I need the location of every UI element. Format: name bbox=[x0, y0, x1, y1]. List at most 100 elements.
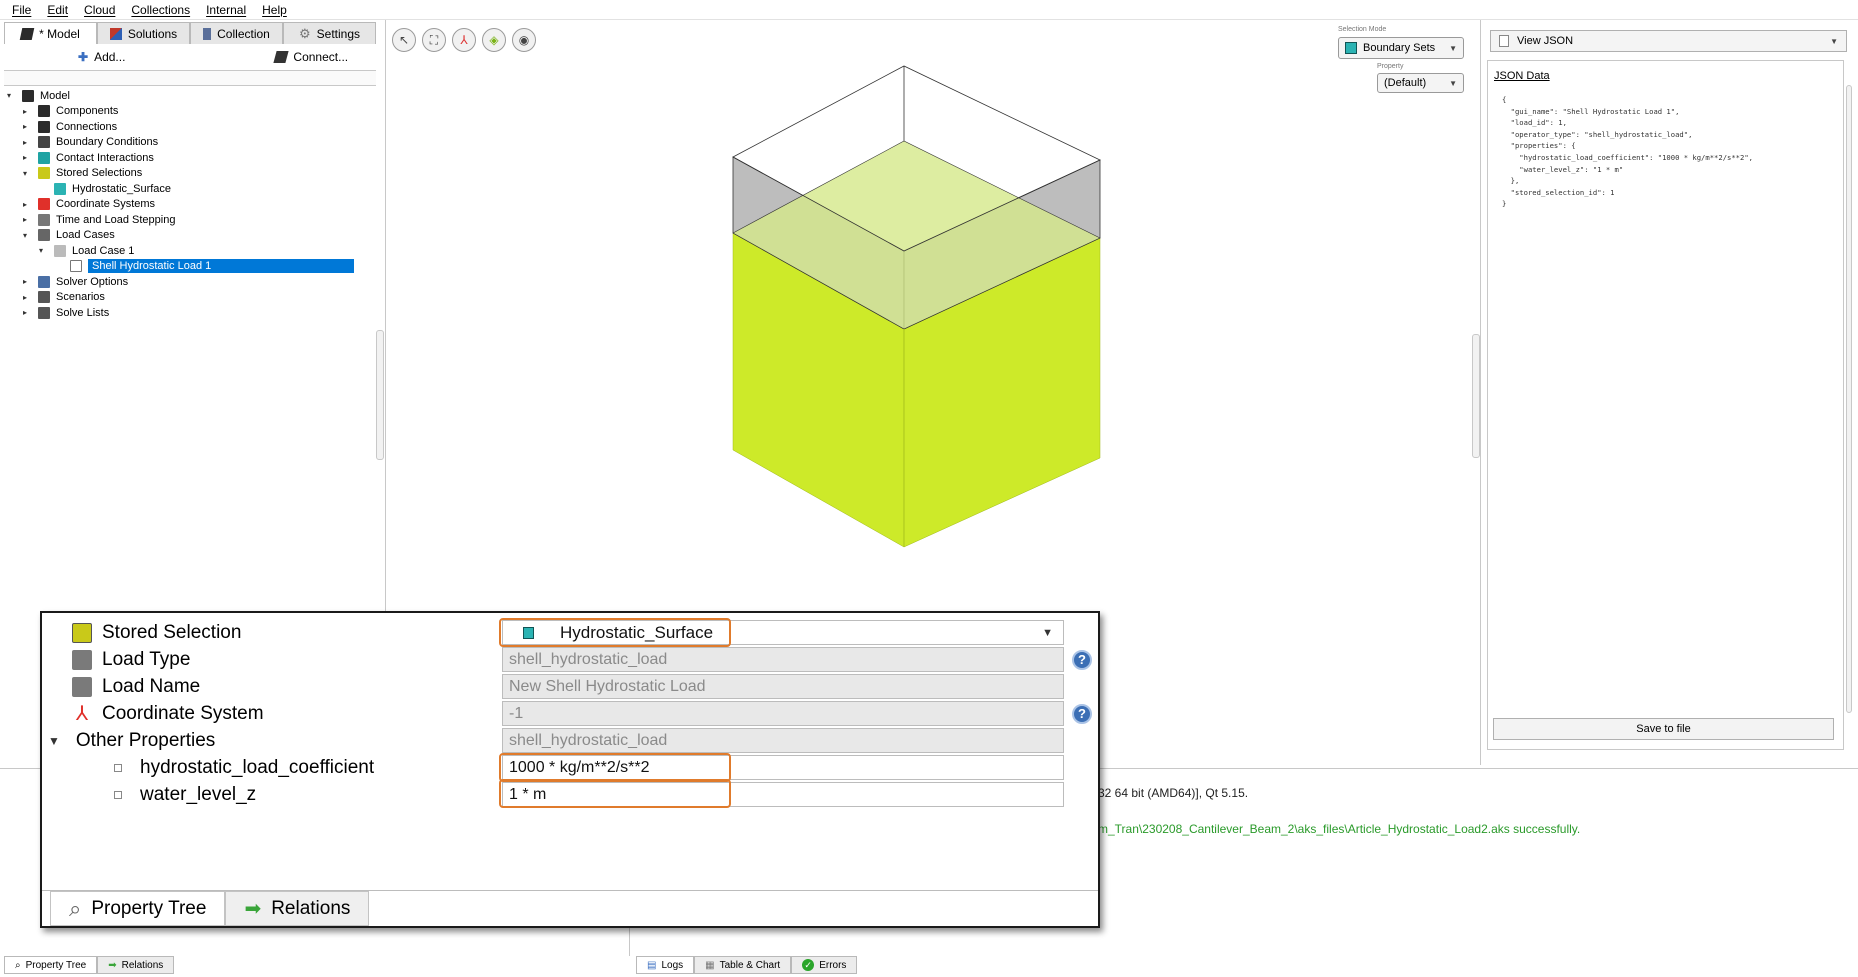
tree-item[interactable]: ▾ Load Cases bbox=[4, 228, 376, 244]
tab-table-chart[interactable]: ▦ Table & Chart bbox=[694, 956, 792, 974]
selection-mode-label: Selection Mode bbox=[1338, 26, 1387, 33]
chevron-down-icon[interactable]: ▾ bbox=[4, 91, 14, 101]
tree-item-label: Scenarios bbox=[56, 291, 105, 304]
tree-item-label: Load Cases bbox=[56, 229, 115, 242]
layers-icon: ◈ bbox=[489, 33, 499, 47]
json-scrollbar[interactable] bbox=[1846, 85, 1852, 713]
property-row-hydrostatic-coefficient: hydrostatic_load_coefficient 1000 * kg/m… bbox=[42, 754, 1102, 781]
chevron-right-icon[interactable]: ▸ bbox=[20, 215, 30, 225]
splitter-handle-left[interactable] bbox=[376, 330, 384, 460]
chevron-right-icon[interactable]: ▸ bbox=[20, 292, 30, 302]
save-to-file-button[interactable]: Save to file bbox=[1493, 718, 1834, 740]
chevron-down-icon[interactable]: ▼ bbox=[48, 734, 60, 748]
tree-item[interactable]: ▸ Coordinate Systems bbox=[4, 197, 376, 213]
menu-help[interactable]: Help bbox=[256, 3, 293, 17]
chevron-down-icon[interactable]: ▾ bbox=[36, 246, 46, 256]
splitter-handle-right[interactable] bbox=[1472, 334, 1480, 458]
tree-item[interactable]: ▸ Connections bbox=[4, 119, 376, 135]
connect-button[interactable]: Connect... bbox=[265, 50, 358, 64]
property-label: Property bbox=[1377, 63, 1404, 70]
axes-button[interactable]: ⅄ bbox=[452, 28, 476, 52]
property-name-cell: Load Type bbox=[72, 649, 190, 671]
tab-settings-label: Settings bbox=[316, 26, 360, 41]
layers-button[interactable]: ◈ bbox=[482, 28, 506, 52]
chevron-down-icon: ▼ bbox=[1042, 626, 1053, 639]
fit-icon: ⛶ bbox=[429, 32, 439, 47]
tree-item[interactable]: ▾ Stored Selections bbox=[4, 166, 376, 182]
tree-item-icon bbox=[54, 182, 66, 195]
menu-internal[interactable]: Internal bbox=[200, 3, 252, 17]
chevron-right-icon[interactable]: ▸ bbox=[20, 122, 30, 132]
tab-property-tree[interactable]: ⌕ Property Tree bbox=[4, 956, 98, 974]
surface-icon bbox=[523, 626, 534, 639]
json-code-text: { "gui_name": "Shell Hydrostatic Load 1"… bbox=[1502, 95, 1753, 209]
fit-view-button[interactable]: ⛶ bbox=[422, 28, 446, 52]
water-level-input[interactable]: 1 * m bbox=[502, 782, 1064, 807]
tree-item[interactable]: ▾ Load Case 1 bbox=[4, 243, 376, 259]
tree-item[interactable]: Hydrostatic_Surface bbox=[4, 181, 376, 197]
tab-property-tree-zoom[interactable]: ⌕ Property Tree bbox=[50, 891, 226, 926]
chevron-down-icon[interactable]: ▾ bbox=[20, 230, 30, 240]
property-name: hydrostatic_load_coefficient bbox=[140, 756, 375, 778]
property-name: Coordinate System bbox=[102, 702, 264, 724]
tab-errors[interactable]: ✓ Errors bbox=[791, 956, 858, 974]
arrow-right-icon: ➡ bbox=[244, 898, 262, 920]
menu-edit[interactable]: Edit bbox=[41, 3, 74, 17]
tree-item[interactable]: Shell Hydrostatic Load 1 bbox=[4, 259, 376, 275]
hydrostatic-coefficient-input[interactable]: 1000 * kg/m**2/s**2 bbox=[502, 755, 1064, 780]
help-icon[interactable]: ? bbox=[1072, 703, 1092, 724]
menu-cloud[interactable]: Cloud bbox=[78, 3, 121, 17]
tab-model[interactable]: * Model bbox=[4, 22, 97, 44]
property-row-other-properties: ▼ Other Properties shell_hydrostatic_loa… bbox=[42, 727, 1102, 754]
tree-item[interactable]: ▸ Solver Options bbox=[4, 274, 376, 290]
chevron-right-icon[interactable]: ▸ bbox=[20, 137, 30, 147]
model-toolbar: ✚ Add... Connect... bbox=[4, 46, 376, 68]
tab-table-chart-label: Table & Chart bbox=[719, 959, 781, 971]
tab-collection[interactable]: Collection bbox=[190, 22, 283, 44]
tree-item-icon bbox=[38, 229, 50, 242]
chevron-right-icon[interactable]: ▸ bbox=[20, 308, 30, 318]
chevron-right-icon[interactable]: ▸ bbox=[20, 277, 30, 287]
tree-item-icon bbox=[38, 198, 50, 211]
collection-icon bbox=[203, 27, 212, 40]
tree-item[interactable]: ▸ Contact Interactions bbox=[4, 150, 376, 166]
check-icon: ✓ bbox=[802, 959, 815, 971]
tree-item[interactable]: ▸ Solve Lists bbox=[4, 305, 376, 321]
tree-item[interactable]: ▾ Model bbox=[4, 88, 376, 104]
connect-icon bbox=[273, 51, 290, 63]
help-icon[interactable]: ? bbox=[1072, 649, 1092, 670]
add-button[interactable]: ✚ Add... bbox=[68, 50, 135, 64]
property-name: water_level_z bbox=[140, 783, 257, 805]
tree-item[interactable]: ▸ Scenarios bbox=[4, 290, 376, 306]
viewport-toolbar: ↖ ⛶ ⅄ ◈ ◉ bbox=[392, 28, 536, 52]
visibility-button[interactable]: ◉ bbox=[512, 28, 536, 52]
chevron-down-icon[interactable]: ▾ bbox=[20, 168, 30, 178]
property-dropdown[interactable]: (Default) ▼ bbox=[1377, 73, 1464, 93]
load-name-field: New Shell Hydrostatic Load bbox=[502, 674, 1064, 699]
chevron-right-icon[interactable]: ▸ bbox=[20, 199, 30, 209]
selection-mode-dropdown[interactable]: Boundary Sets ▼ bbox=[1338, 37, 1464, 59]
property-row-load-name: Load Name New Shell Hydrostatic Load bbox=[42, 673, 1102, 700]
chevron-down-icon: ▼ bbox=[1449, 78, 1457, 88]
json-data-title: JSON Data bbox=[1494, 70, 1550, 82]
property-row-coordinate-system: ⅄ Coordinate System -1 ? bbox=[42, 700, 1102, 727]
tab-relations[interactable]: ➡ Relations bbox=[97, 956, 175, 974]
tab-logs[interactable]: ▤ Logs bbox=[636, 956, 695, 974]
chevron-right-icon[interactable]: ▸ bbox=[20, 153, 30, 163]
view-json-dropdown[interactable]: View JSON ▼ bbox=[1490, 30, 1847, 52]
tab-relations-zoom[interactable]: ➡ Relations bbox=[225, 891, 370, 926]
main-tab-bar: * Model Solutions Collection ⚙ Settings bbox=[4, 22, 376, 44]
tree-item[interactable]: ▸ Components bbox=[4, 104, 376, 120]
chevron-right-icon[interactable]: ▸ bbox=[20, 106, 30, 116]
menu-file[interactable]: File bbox=[6, 3, 37, 17]
tree-item[interactable]: ▸ Time and Load Stepping bbox=[4, 212, 376, 228]
menu-collections[interactable]: Collections bbox=[125, 3, 196, 17]
view-json-label: View JSON bbox=[1517, 35, 1574, 47]
model-tree: ▾ Model ▸ Components ▸ Connections ▸ Boundary C… bbox=[4, 88, 376, 321]
tree-item[interactable]: ▸ Boundary Conditions bbox=[4, 135, 376, 151]
stored-selection-dropdown[interactable]: Hydrostatic_Surface ▼ bbox=[502, 620, 1064, 645]
tab-solutions[interactable]: Solutions bbox=[97, 22, 190, 44]
select-cursor-button[interactable]: ↖ bbox=[392, 28, 416, 52]
other-properties-field: shell_hydrostatic_load bbox=[502, 728, 1064, 753]
tab-settings[interactable]: ⚙ Settings bbox=[283, 22, 376, 44]
